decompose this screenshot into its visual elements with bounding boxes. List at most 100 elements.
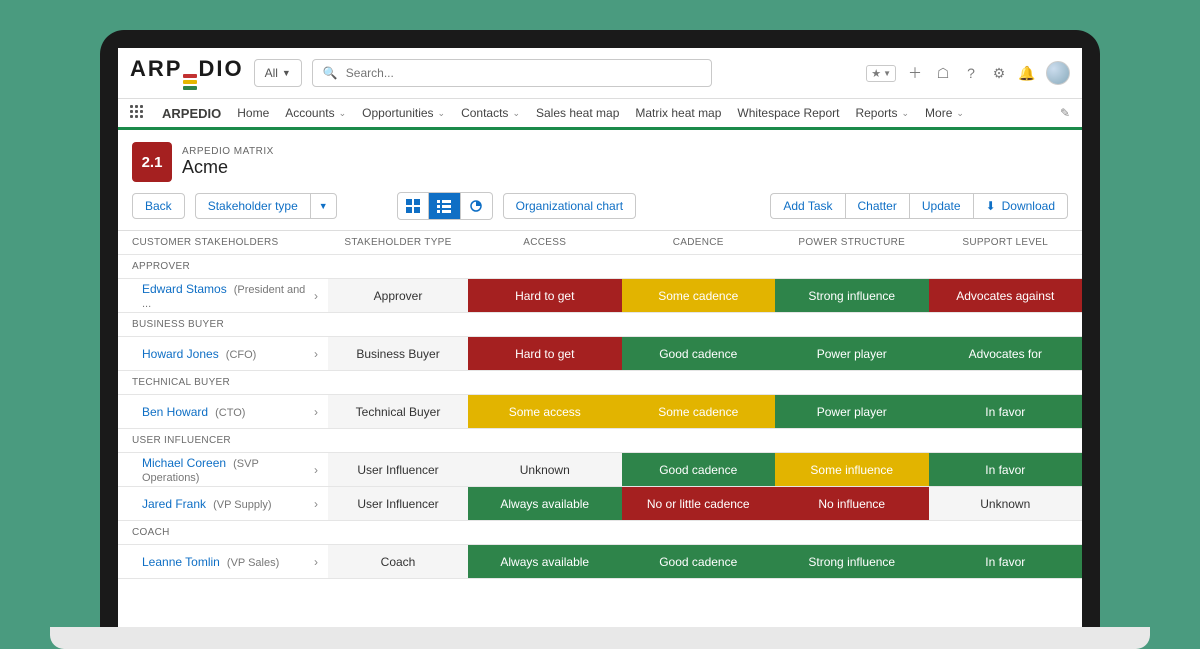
laptop-frame: ARPDIO All ▼ 🔍 ★▼ ＋ ☖ ? ⚙ 🔔 bbox=[100, 30, 1100, 627]
download-button[interactable]: ⬇ Download bbox=[973, 193, 1068, 219]
stakeholder-name-cell[interactable]: Edward Stamos (President and ...› bbox=[118, 279, 328, 313]
toolbar: Back Stakeholder type ▼ Organizational c… bbox=[118, 192, 1082, 230]
record-header: 2.1 ARPEDIO MATRIX Acme bbox=[118, 130, 1082, 192]
support-cell: In favor bbox=[929, 453, 1083, 487]
global-search[interactable]: 🔍 bbox=[312, 59, 712, 87]
col-support: SUPPORT LEVEL bbox=[929, 231, 1083, 255]
table-header-row: CUSTOMER STAKEHOLDERS STAKEHOLDER TYPE A… bbox=[118, 231, 1082, 255]
stakeholder-name-cell[interactable]: Jared Frank (VP Supply) › bbox=[118, 487, 328, 521]
stakeholder-role: (VP Sales) bbox=[224, 557, 279, 569]
nav-item-contacts[interactable]: Contacts⌄ bbox=[461, 106, 520, 120]
chart-view-icon[interactable] bbox=[461, 192, 493, 220]
nav-bar: ARPEDIO Home Accounts⌄ Opportunities⌄ Conta… bbox=[118, 99, 1082, 130]
brand-logo: ARPDIO bbox=[130, 56, 244, 90]
nav-item-accounts[interactable]: Accounts⌄ bbox=[285, 106, 346, 120]
stakeholder-role: (CFO) bbox=[223, 349, 257, 361]
group-label: USER INFLUENCER bbox=[118, 429, 1082, 453]
chevron-right-icon: › bbox=[314, 497, 318, 511]
stakeholder-link[interactable]: Howard Jones bbox=[142, 347, 219, 361]
score-badge: 2.1 bbox=[132, 142, 172, 182]
power-cell: No influence bbox=[775, 487, 929, 521]
cadence-cell: Good cadence bbox=[622, 453, 776, 487]
avatar[interactable] bbox=[1046, 61, 1070, 85]
power-cell: Some influence bbox=[775, 453, 929, 487]
stakeholder-link[interactable]: Jared Frank bbox=[142, 497, 206, 511]
chevron-down-icon: ⌄ bbox=[438, 108, 446, 119]
stakeholder-name-cell[interactable]: Howard Jones (CFO) › bbox=[118, 337, 328, 371]
chevron-right-icon: › bbox=[314, 463, 318, 477]
power-cell: Power player bbox=[775, 337, 929, 371]
app-launcher-icon[interactable] bbox=[130, 105, 146, 121]
stakeholder-type-button[interactable]: Stakeholder type bbox=[195, 193, 310, 219]
update-button[interactable]: Update bbox=[909, 193, 973, 219]
access-cell: Some access bbox=[468, 395, 622, 429]
cadence-cell: Some cadence bbox=[622, 395, 776, 429]
cadence-cell: No or little cadence bbox=[622, 487, 776, 521]
org-chart-button[interactable]: Organizational chart bbox=[503, 193, 636, 219]
app-screen: ARPDIO All ▼ 🔍 ★▼ ＋ ☖ ? ⚙ 🔔 bbox=[118, 48, 1082, 627]
nav-item-matrix-heat-map[interactable]: Matrix heat map bbox=[635, 106, 721, 120]
stakeholder-table: CUSTOMER STAKEHOLDERS STAKEHOLDER TYPE A… bbox=[118, 230, 1082, 579]
nav-item-more[interactable]: More⌄ bbox=[925, 106, 964, 120]
edit-icon[interactable]: ✎ bbox=[1060, 106, 1070, 120]
stakeholder-name-cell[interactable]: Michael Coreen (SVP Operations)› bbox=[118, 453, 328, 487]
access-cell: Unknown bbox=[468, 453, 622, 487]
group-label: COACH bbox=[118, 521, 1082, 545]
record-eyebrow: ARPEDIO MATRIX bbox=[182, 146, 274, 157]
chevron-down-icon: ▼ bbox=[319, 201, 328, 211]
favorites-button[interactable]: ★▼ bbox=[866, 65, 896, 82]
stakeholder-name-cell[interactable]: Leanne Tomlin (VP Sales) › bbox=[118, 545, 328, 579]
access-cell: Always available bbox=[468, 545, 622, 579]
nav-item-home[interactable]: Home bbox=[237, 106, 269, 120]
stakeholder-link[interactable]: Leanne Tomlin bbox=[142, 555, 220, 569]
cadence-cell: Some cadence bbox=[622, 279, 776, 313]
chatter-button[interactable]: Chatter bbox=[845, 193, 909, 219]
cadence-cell: Good cadence bbox=[622, 545, 776, 579]
notifications-icon[interactable]: 🔔 bbox=[1018, 64, 1036, 82]
view-switch bbox=[397, 192, 493, 220]
header-utility-icons: ★▼ ＋ ☖ ? ⚙ 🔔 bbox=[866, 61, 1070, 85]
help-icon[interactable]: ? bbox=[962, 64, 980, 82]
nav-app-name: ARPEDIO bbox=[162, 106, 221, 121]
nav-item-opportunities[interactable]: Opportunities⌄ bbox=[362, 106, 445, 120]
type-cell: User Influencer bbox=[328, 453, 468, 487]
nav-item-sales-heat-map[interactable]: Sales heat map bbox=[536, 106, 619, 120]
stakeholder-link[interactable]: Edward Stamos bbox=[142, 282, 227, 296]
access-cell: Always available bbox=[468, 487, 622, 521]
list-view-icon[interactable] bbox=[429, 192, 461, 220]
search-input[interactable] bbox=[346, 66, 701, 80]
stakeholder-name-cell[interactable]: Ben Howard (CTO)› bbox=[118, 395, 328, 429]
support-cell: In favor bbox=[929, 545, 1083, 579]
table-row: Leanne Tomlin (VP Sales) › CoachAlways ava… bbox=[118, 545, 1082, 579]
chevron-right-icon: › bbox=[314, 347, 318, 361]
laptop-base bbox=[50, 627, 1150, 649]
settings-icon[interactable]: ⚙ bbox=[990, 64, 1008, 82]
nav-item-reports[interactable]: Reports⌄ bbox=[855, 106, 909, 120]
support-cell: Advocates against bbox=[929, 279, 1083, 313]
chevron-down-icon: ⌄ bbox=[902, 108, 910, 119]
grid-view-icon[interactable] bbox=[397, 192, 429, 220]
stakeholder-link[interactable]: Ben Howard bbox=[142, 405, 208, 419]
support-cell: Unknown bbox=[929, 487, 1083, 521]
stakeholder-role: (VP Supply) bbox=[210, 499, 272, 511]
stakeholder-type-dropdown[interactable]: ▼ bbox=[310, 193, 337, 219]
support-cell: In favor bbox=[929, 395, 1083, 429]
search-scope-dropdown[interactable]: All ▼ bbox=[254, 59, 302, 87]
table-row: Ben Howard (CTO)›Technical BuyerSome acc… bbox=[118, 395, 1082, 429]
type-cell: Coach bbox=[328, 545, 468, 579]
nav-item-whitespace-report[interactable]: Whitespace Report bbox=[737, 106, 839, 120]
stakeholder-link[interactable]: Michael Coreen bbox=[142, 456, 226, 470]
add-task-button[interactable]: Add Task bbox=[770, 193, 844, 219]
download-icon: ⬇ bbox=[986, 199, 996, 213]
type-cell: User Influencer bbox=[328, 487, 468, 521]
download-label: Download bbox=[1002, 199, 1055, 213]
table-row: Jared Frank (VP Supply) › User InfluencerA… bbox=[118, 487, 1082, 521]
chevron-right-icon: › bbox=[314, 555, 318, 569]
chevron-down-icon: ▼ bbox=[282, 68, 291, 78]
chevron-down-icon: ⌄ bbox=[339, 108, 347, 119]
announcement-icon[interactable]: ☖ bbox=[934, 64, 952, 82]
back-button[interactable]: Back bbox=[132, 193, 185, 219]
col-cadence: CADENCE bbox=[622, 231, 776, 255]
add-icon[interactable]: ＋ bbox=[906, 64, 924, 82]
type-cell: Technical Buyer bbox=[328, 395, 468, 429]
